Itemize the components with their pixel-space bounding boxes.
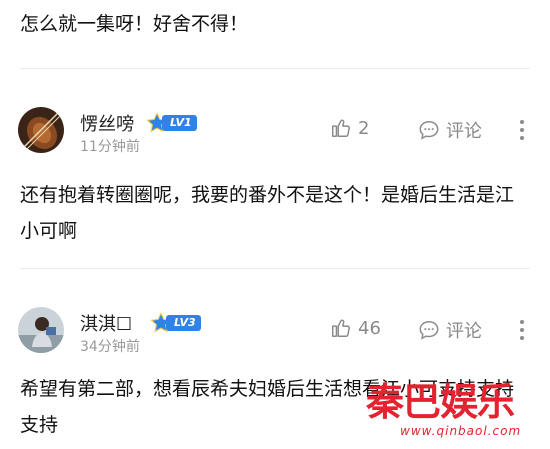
- level-badge: LV1: [146, 112, 197, 134]
- violin-avatar-icon: [18, 107, 64, 153]
- avatar[interactable]: [18, 107, 64, 153]
- speech-bubble-icon: [419, 121, 439, 140]
- divider: [20, 68, 530, 69]
- child-photo-avatar-icon: [18, 307, 64, 353]
- username[interactable]: 淇淇☐: [80, 310, 132, 336]
- like-button[interactable]: 46: [330, 317, 381, 339]
- comment-text: 怎么就一集呀！好舍不得！: [20, 13, 249, 35]
- reply-button[interactable]: 评论: [418, 117, 482, 143]
- more-options-icon[interactable]: [520, 120, 524, 140]
- like-count: 2: [358, 117, 370, 139]
- avatar[interactable]: [18, 307, 64, 353]
- like-count: 46: [358, 317, 381, 339]
- watermark-logo: 秦巴娱乐 www.qinbaol.com: [366, 379, 522, 439]
- reply-label: 评论: [446, 321, 482, 342]
- username[interactable]: 愣丝嗙: [80, 110, 134, 136]
- timestamp: 11分钟前: [80, 139, 140, 155]
- divider: [20, 268, 530, 269]
- speech-bubble-icon: [419, 321, 439, 340]
- reply-label: 评论: [446, 121, 482, 142]
- timestamp: 34分钟前: [80, 339, 140, 355]
- thumbs-up-icon: [332, 119, 350, 137]
- like-button[interactable]: 2: [330, 117, 369, 139]
- thumbs-up-icon: [332, 319, 350, 337]
- level-badge: LV3: [150, 312, 201, 334]
- reply-button[interactable]: 评论: [418, 317, 482, 343]
- comment-text: 还有抱着转圈圈呢，我要的番外不是这个！是婚后生活是江小可啊: [20, 184, 515, 242]
- more-options-icon[interactable]: [520, 320, 524, 340]
